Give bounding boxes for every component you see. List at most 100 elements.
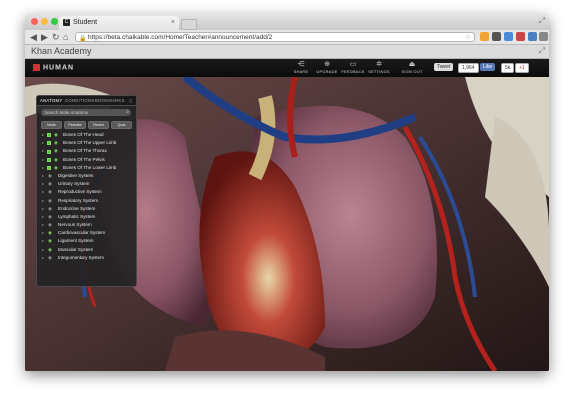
expand-arrow-icon[interactable]: ▸ (42, 131, 44, 139)
tab-close-icon[interactable]: × (171, 16, 175, 30)
list-item[interactable]: ▸ ◉ Muscular System (41, 246, 133, 254)
expand-arrow-icon[interactable]: ▸ (42, 156, 44, 164)
male-button[interactable]: Male (41, 121, 62, 129)
eye-icon[interactable]: ◉ (48, 254, 52, 262)
collapse-panel-icon[interactable]: ◻ (129, 98, 133, 103)
list-item[interactable]: ▸ ◉ Endocrine System (41, 205, 133, 213)
expand-arrow-icon[interactable]: ▸ (42, 221, 44, 229)
tab-bookmarks[interactable]: BOOKMARKS (95, 98, 125, 103)
bookmarks-bar-title[interactable]: Khan Academy (31, 46, 92, 56)
address-bar[interactable]: 🔒 https://beta.chalkable.com/Home/Teache… (75, 32, 475, 42)
list-item[interactable]: ▸ ◉ Respiratory System (41, 197, 133, 205)
extension-icon[interactable] (480, 32, 489, 41)
eye-icon[interactable]: ◉ (48, 229, 52, 237)
expand-arrow-icon[interactable]: ▸ (42, 180, 44, 188)
zoom-window-button[interactable] (51, 18, 58, 25)
browser-tab[interactable]: C Student × (59, 16, 179, 30)
eye-icon[interactable]: ◉ (48, 180, 52, 188)
list-item[interactable]: ▸ ◉ Bones Of The Thorax (41, 147, 133, 155)
list-item[interactable]: ▸ ◉ Bones Of The Pelvis (41, 156, 133, 164)
eye-icon[interactable]: ◉ (54, 156, 58, 164)
anatomy-search-input[interactable]: Search Male Anatomy ⌕ (41, 109, 131, 116)
reload-button[interactable]: ↻ (52, 31, 60, 43)
eye-icon[interactable]: ◉ (48, 188, 52, 196)
like-button[interactable]: Like (480, 63, 496, 71)
expand-arrow-icon[interactable]: ▸ (42, 197, 44, 205)
home-button[interactable]: ⌂ (63, 31, 68, 43)
forward-button[interactable]: ▶ (41, 31, 48, 43)
eye-icon[interactable]: ◉ (48, 237, 52, 245)
expand-arrow-icon[interactable]: ▸ (42, 237, 44, 245)
quiz-button[interactable]: Quiz (111, 121, 132, 129)
list-item[interactable]: ▸ ◉ Bones Of The Upper Limb (41, 139, 133, 147)
eye-icon[interactable]: ◉ (48, 205, 52, 213)
tab-conditions[interactable]: CONDITIONS (65, 98, 94, 103)
extension-icon[interactable] (492, 32, 501, 41)
list-item[interactable]: ▸ ◉ Nervous System (41, 221, 133, 229)
list-item[interactable]: ▸ ◉ Digestive System (41, 172, 133, 180)
list-item-label: Muscular System (58, 246, 94, 252)
expand-arrow-icon[interactable]: ▸ (42, 213, 44, 221)
list-item[interactable]: ▸ ◉ Urinary System (41, 180, 133, 188)
eye-icon[interactable]: ◉ (48, 197, 52, 205)
eye-icon[interactable]: ◉ (48, 221, 52, 229)
expand-icon[interactable]: ⤢ (539, 46, 545, 56)
list-item[interactable]: ▸ ◉ Integumentary System (41, 254, 133, 262)
tab-anatomy[interactable]: ANATOMY (40, 98, 62, 103)
reset-button[interactable]: Reset (88, 121, 109, 129)
signout-tool-button[interactable]: ⏏ SIGN OUT (398, 61, 426, 74)
list-item-label: Reproductive System (58, 189, 102, 195)
feedback-tool-button[interactable]: ▭ FEEDBACK (339, 61, 367, 74)
visibility-checkbox[interactable] (47, 133, 51, 138)
expand-arrow-icon[interactable]: ▸ (42, 164, 44, 172)
list-item[interactable]: ▸ ◉ Bones Of The Lower Limb (41, 164, 133, 172)
expand-arrow-icon[interactable]: ▸ (42, 147, 44, 155)
expand-arrow-icon[interactable]: ▸ (42, 254, 44, 262)
upgrade-tool-button[interactable]: ⊕ UPGRADE (313, 61, 341, 74)
list-item[interactable]: ▸ ◉ Bones Of The Head (41, 131, 133, 139)
expand-arrow-icon[interactable]: ▸ (42, 172, 44, 180)
feedback-icon: ▭ (349, 61, 357, 68)
list-item[interactable]: ▸ ◉ Cardiovascular System (41, 229, 133, 237)
share-tool-button[interactable]: ⋲ SHARE (287, 61, 315, 74)
extension-icon[interactable] (504, 32, 513, 41)
eye-icon[interactable]: ◉ (54, 139, 58, 147)
settings-tool-button[interactable]: ✲ SETTINGS (365, 61, 393, 74)
visibility-checkbox[interactable] (47, 166, 51, 171)
female-button[interactable]: Female (64, 121, 86, 129)
app-header: HUMAN ⋲ SHARE ⊕ UPGRADE ▭ FEEDBACK ✲ SET… (25, 59, 549, 78)
eye-icon[interactable]: ◉ (54, 147, 58, 155)
back-button[interactable]: ◀ (30, 31, 37, 43)
tool-label: UPGRADE (316, 69, 338, 74)
expand-arrow-icon[interactable]: ▸ (42, 246, 44, 254)
extension-icon[interactable] (516, 32, 525, 41)
tweet-button[interactable]: Tweet (434, 63, 454, 71)
list-item[interactable]: ▸ ◉ Reproductive System (41, 188, 133, 196)
gplus-button[interactable]: +1 (515, 63, 529, 73)
eye-icon[interactable]: ◉ (54, 164, 58, 172)
address-url: https://beta.chalkable.com/Home/Teacher#… (88, 34, 273, 41)
visibility-checkbox[interactable] (47, 149, 51, 154)
expand-arrow-icon[interactable]: ▸ (42, 229, 44, 237)
search-icon[interactable]: ⌕ (126, 109, 129, 116)
panel-tabs: ANATOMY CONDITIONS BOOKMARKS ◻ (37, 96, 136, 106)
app-logo[interactable]: HUMAN (33, 64, 74, 71)
list-item[interactable]: ▸ ◉ Lymphatic System (41, 213, 133, 221)
expand-arrow-icon[interactable]: ▸ (42, 139, 44, 147)
new-tab-button[interactable] (181, 19, 197, 30)
wrench-icon[interactable] (539, 32, 548, 41)
close-window-button[interactable] (31, 18, 38, 25)
eye-icon[interactable]: ◉ (54, 131, 58, 139)
extension-icon[interactable] (528, 32, 537, 41)
expand-arrow-icon[interactable]: ▸ (42, 188, 44, 196)
bookmark-star-icon[interactable]: ☆ (465, 33, 471, 43)
expand-arrow-icon[interactable]: ▸ (42, 205, 44, 213)
list-item[interactable]: ▸ ◉ Ligament System (41, 237, 133, 245)
eye-icon[interactable]: ◉ (48, 246, 52, 254)
visibility-checkbox[interactable] (47, 141, 51, 146)
eye-icon[interactable]: ◉ (48, 172, 52, 180)
fullscreen-icon[interactable]: ⤢ (539, 16, 545, 26)
visibility-checkbox[interactable] (47, 157, 51, 162)
minimize-window-button[interactable] (41, 18, 48, 25)
eye-icon[interactable]: ◉ (48, 213, 52, 221)
